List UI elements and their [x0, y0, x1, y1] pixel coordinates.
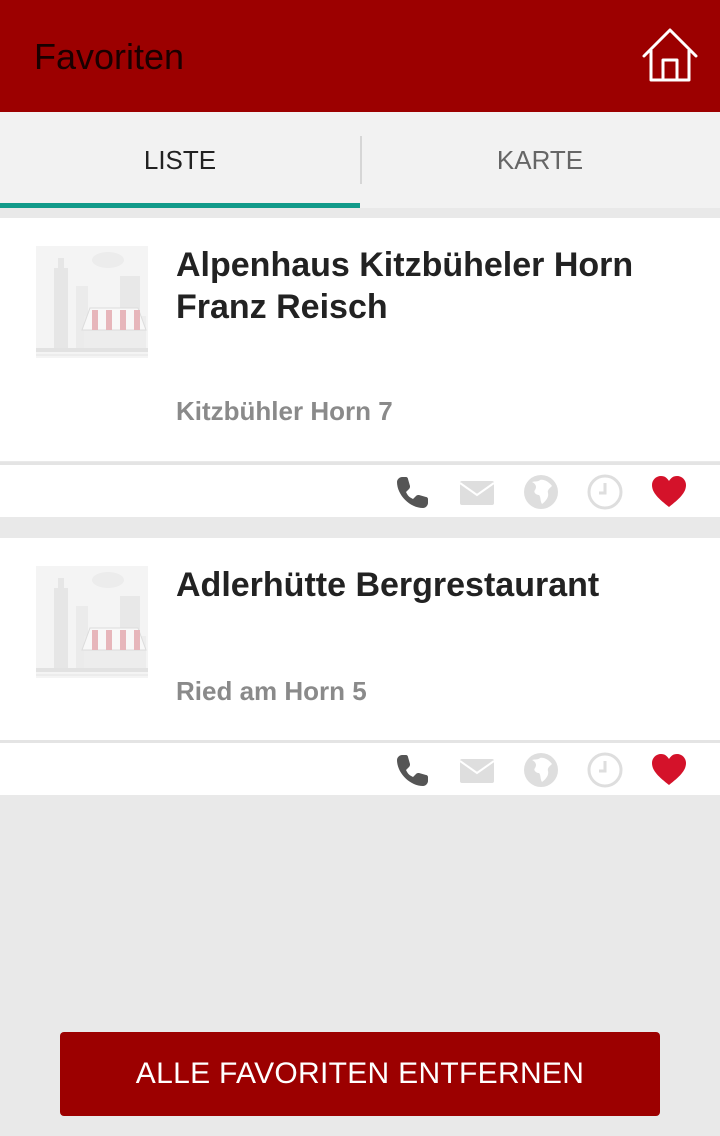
favorite-card[interactable]: Adlerhütte Bergrestaurant Ried am Horn 5 — [0, 538, 720, 740]
tab-bar: LISTE KARTE — [0, 112, 720, 208]
phone-icon[interactable] — [394, 473, 432, 511]
clock-icon[interactable] — [586, 473, 624, 511]
favorite-title-line: Franz Reisch — [176, 288, 388, 326]
favorite-title: Alpenhaus Kitzbüheler Horn Franz Reisch — [176, 244, 696, 328]
globe-icon[interactable] — [522, 473, 560, 511]
favorite-title: Adlerhütte Bergrestaurant — [176, 564, 696, 606]
home-button[interactable] — [640, 26, 700, 86]
favorite-actions — [0, 740, 720, 795]
phone-icon[interactable] — [394, 751, 432, 789]
mail-icon[interactable] — [458, 751, 496, 789]
favorite-card[interactable]: Alpenhaus Kitzbüheler Horn Franz Reisch … — [0, 218, 720, 461]
favorite-address: Ried am Horn 5 — [176, 676, 367, 706]
placeholder-image — [36, 566, 148, 678]
placeholder-image — [36, 246, 148, 358]
favorite-actions — [0, 462, 720, 517]
home-icon — [642, 28, 698, 82]
remove-all-favorites-button[interactable]: ALLE FAVORITEN ENTFERNEN — [60, 1032, 660, 1116]
heart-icon[interactable] — [650, 473, 688, 511]
favorite-title-line: Alpenhaus Kitzbüheler Horn — [176, 246, 634, 284]
favorite-address: Kitzbühler Horn 7 — [176, 396, 393, 426]
tab-karte[interactable]: KARTE — [360, 112, 720, 208]
mail-icon[interactable] — [458, 473, 496, 511]
favorite-title-line: Adlerhütte Bergrestaurant — [176, 566, 600, 604]
clock-icon[interactable] — [586, 751, 624, 789]
heart-icon[interactable] — [650, 751, 688, 789]
app-bar: Favoriten — [0, 0, 720, 112]
tab-liste[interactable]: LISTE — [0, 112, 360, 208]
page-title: Favoriten — [34, 36, 185, 77]
globe-icon[interactable] — [522, 751, 560, 789]
active-tab-indicator — [0, 203, 360, 208]
